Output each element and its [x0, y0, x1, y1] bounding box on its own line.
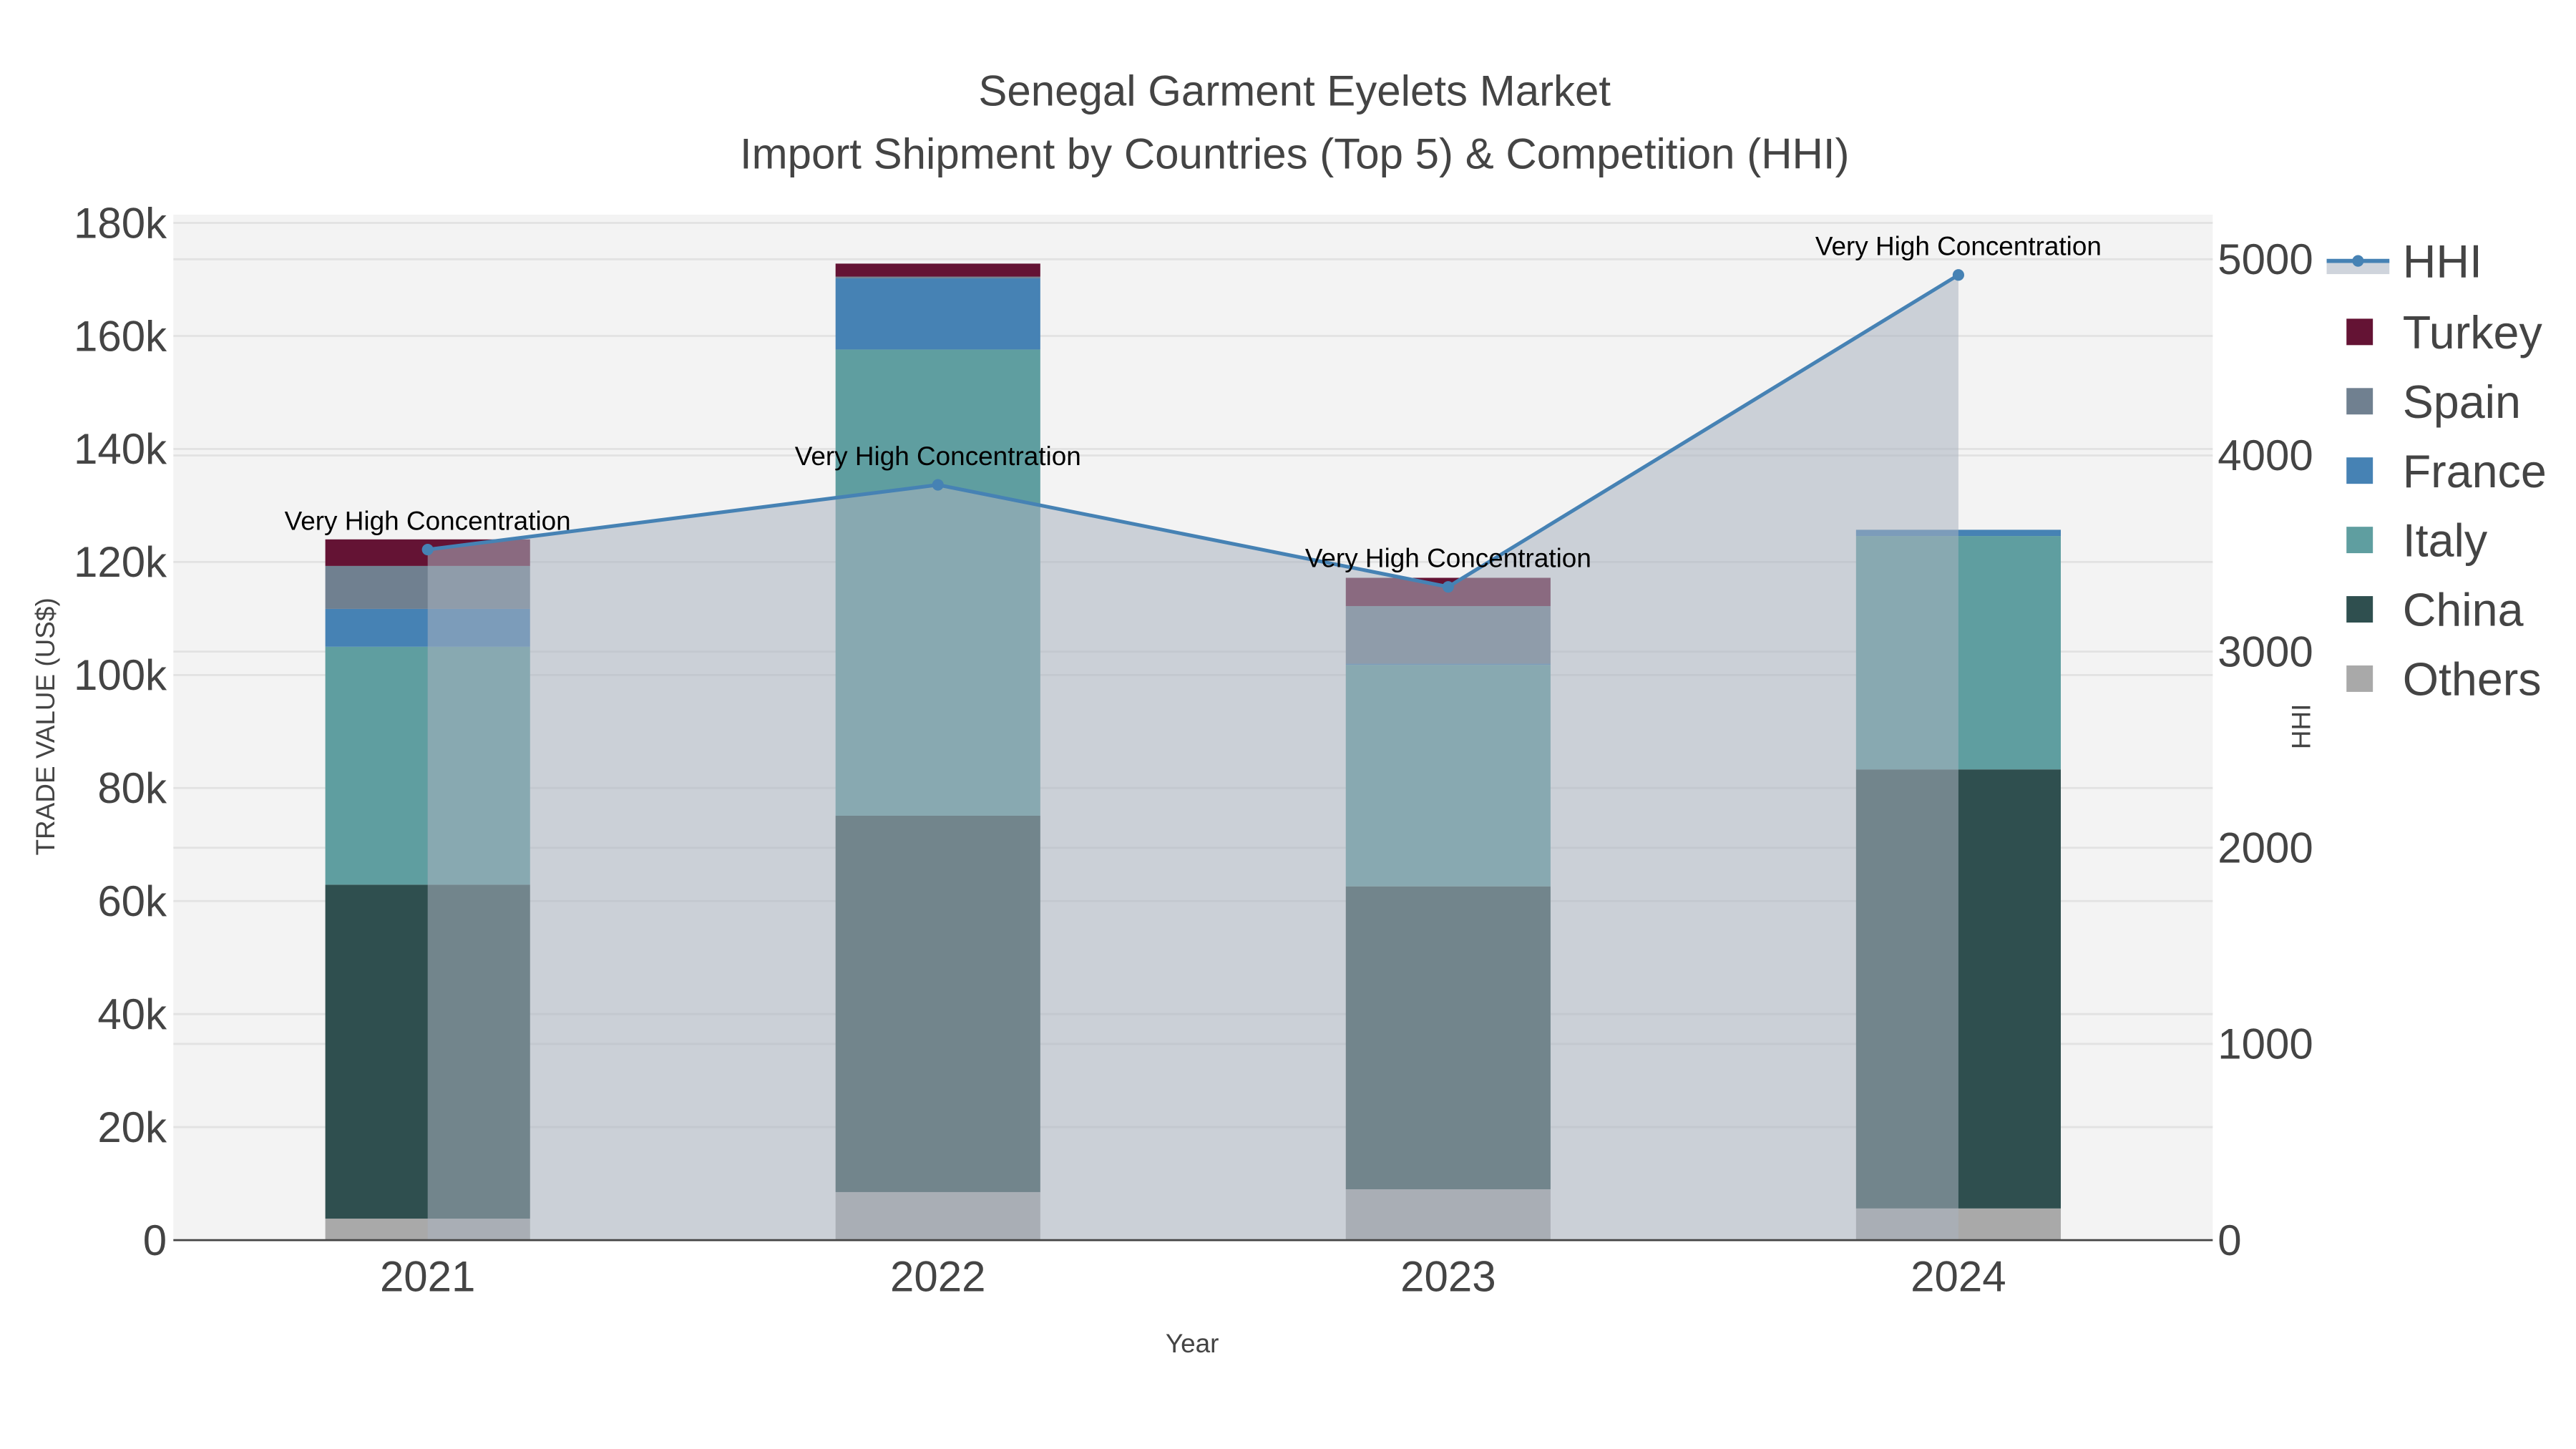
y-tick-label: 160k — [74, 312, 167, 360]
y-tick-label: 0 — [143, 1216, 167, 1264]
y-tick-label: 80k — [97, 764, 167, 812]
x-tick-label: 2023 — [1400, 1253, 1496, 1301]
legend-label-hhi: HHI — [2403, 236, 2482, 288]
y-tick-label: 20k — [97, 1103, 167, 1151]
hhi-annotation: Very High Concentration — [1815, 232, 2102, 261]
y2-axis-label: HHI — [2286, 704, 2316, 750]
legend-label-france: France — [2403, 446, 2547, 497]
legend-label-china: China — [2403, 585, 2524, 636]
legend-swatch-others — [2346, 665, 2373, 692]
hhi-annotation: Very High Concentration — [795, 441, 1081, 471]
legend-label-italy: Italy — [2403, 515, 2488, 567]
legend-swatch-italy — [2346, 527, 2373, 554]
y-tick-label: 60k — [97, 877, 167, 925]
y2-tick-label: 4000 — [2218, 431, 2313, 479]
y2-tick-label: 2000 — [2218, 824, 2313, 872]
chart-subtitle: Import Shipment by Countries (Top 5) & C… — [740, 130, 1850, 177]
hhi-annotation: Very High Concentration — [285, 506, 571, 535]
bar-france — [835, 278, 1040, 350]
legend-swatch-turkey — [2346, 318, 2373, 346]
y-tick-label: 140k — [74, 425, 167, 473]
y-axis-label: TRADE VALUE (US$) — [31, 597, 60, 855]
x-tick-label: 2024 — [1911, 1253, 2006, 1301]
legend-label-turkey: Turkey — [2403, 307, 2543, 358]
legend-label-others: Others — [2403, 654, 2542, 706]
y2-tick-label: 3000 — [2218, 628, 2313, 675]
legend-swatch-france — [2346, 457, 2373, 484]
x-tick-label: 2022 — [890, 1253, 985, 1301]
legend-hhi-marker-icon — [2352, 255, 2364, 267]
y-tick-label: 180k — [74, 199, 167, 247]
bar-turkey — [835, 263, 1040, 277]
legend-label-spain: Spain — [2403, 376, 2521, 428]
x-tick-label: 2021 — [380, 1253, 475, 1301]
bar-spain — [835, 276, 1040, 278]
chart-title: Senegal Garment Eyelets Market — [978, 67, 1611, 115]
legend-swatch-spain — [2346, 388, 2373, 415]
hhi-point — [421, 543, 434, 556]
y2-tick-label: 1000 — [2218, 1020, 2313, 1068]
x-axis-label: Year — [1166, 1329, 1219, 1358]
legend-swatch-china — [2346, 596, 2373, 623]
y2-tick-label: 5000 — [2218, 235, 2313, 283]
hhi-annotation: Very High Concentration — [1305, 543, 1591, 572]
hhi-point — [932, 479, 944, 491]
hhi-point — [1442, 581, 1454, 593]
y2-tick-label: 0 — [2218, 1216, 2241, 1264]
y-tick-label: 40k — [97, 990, 167, 1038]
chart: Very High Concentration Very High Concent… — [31, 67, 2576, 1358]
hhi-point — [1952, 269, 1964, 281]
y-tick-label: 100k — [74, 651, 167, 699]
y-tick-label: 120k — [74, 538, 167, 586]
